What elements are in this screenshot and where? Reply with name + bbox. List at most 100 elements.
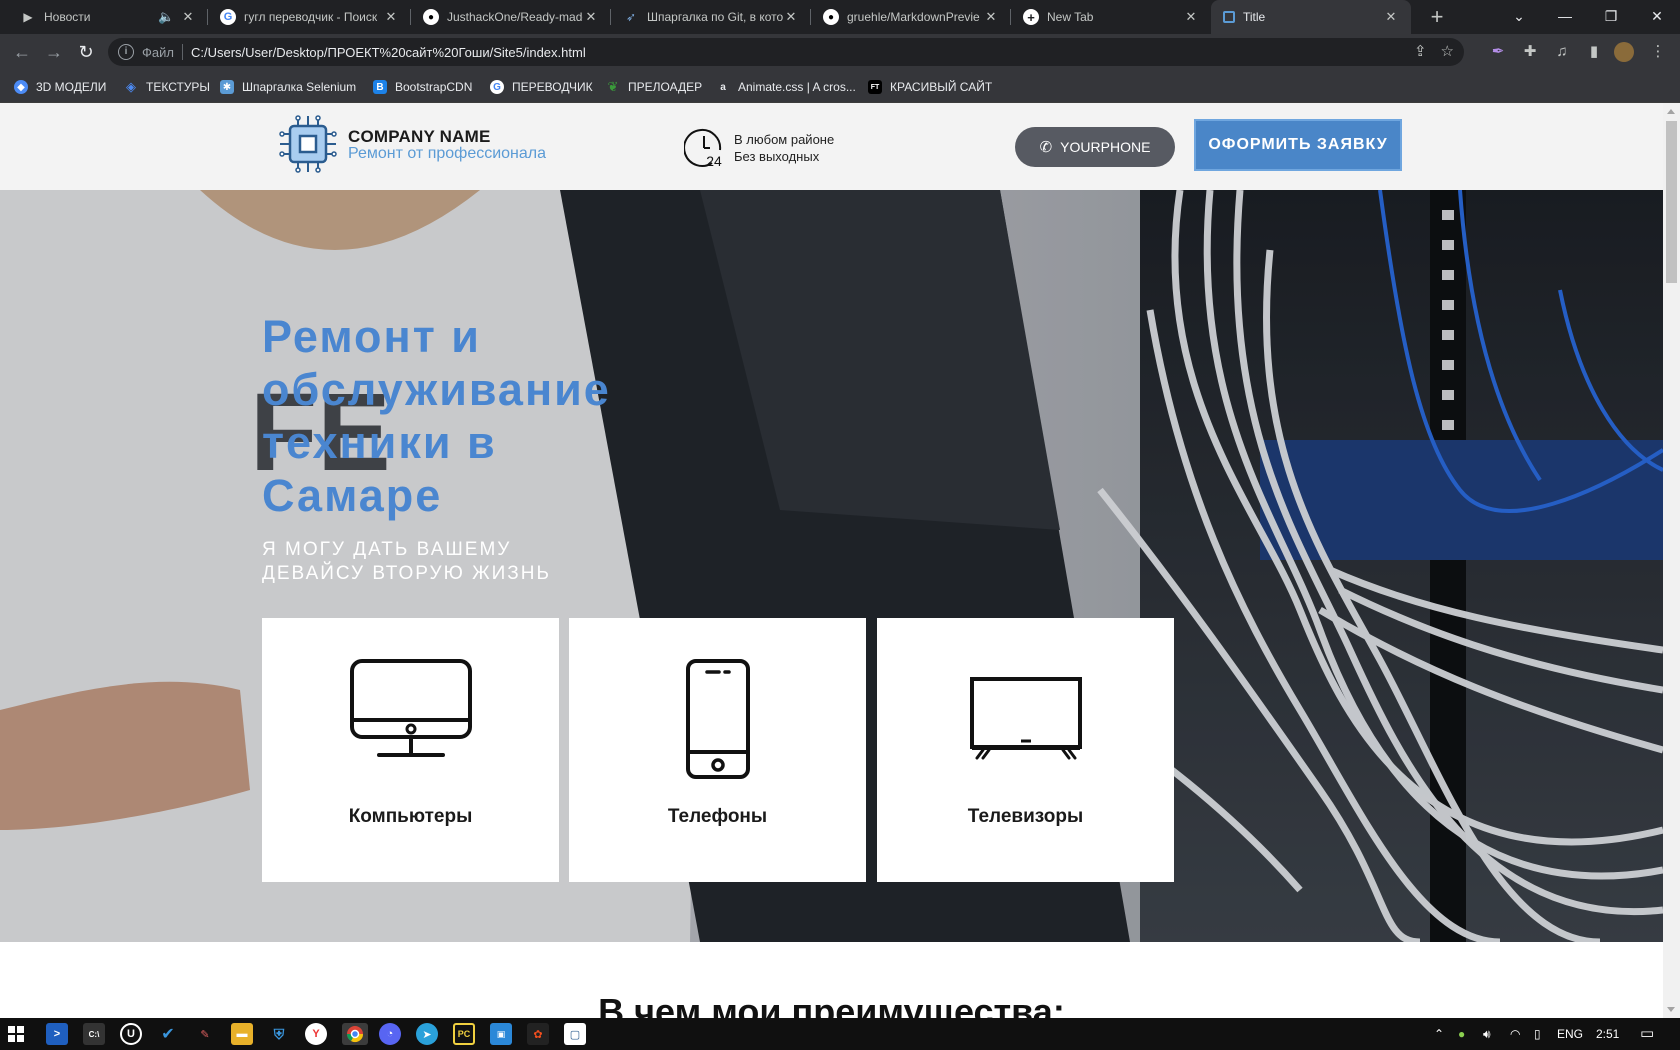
bookmark-preloader[interactable]: ❦ ПРЕЛОАДЕР [606,77,703,97]
clock-time[interactable]: 2:51 [1596,1018,1619,1050]
tab-close-icon[interactable]: ✕ [783,9,799,25]
app-window-icon[interactable]: ▣ [490,1023,512,1045]
bookmark-textures[interactable]: ◈ ТЕКСТУРЫ [124,77,210,97]
notifications-icon[interactable]: ▭ [1640,1018,1654,1050]
cube-icon: ◈ [126,79,136,94]
battery-icon[interactable]: ▯ [1534,1018,1541,1050]
tab-label: Title [1243,10,1266,24]
new-tab-button[interactable]: + [1424,4,1450,30]
volume-icon[interactable]: 🔊︎ [1483,1018,1491,1050]
tray-overflow-icon[interactable]: ⌃ [1434,1018,1444,1050]
order-request-button[interactable]: ОФОРМИТЬ ЗАЯВКУ [1194,119,1402,171]
bookmark-star-icon[interactable]: ☆ [1441,42,1454,60]
bookmark-label: КРАСИВЫЙ САЙТ [890,80,993,94]
reload-icon[interactable]: ↻ [74,40,98,64]
bookmark-selenium[interactable]: ✱ Шпаргалка Selenium [220,77,356,97]
bookmark-translator[interactable]: G ПЕРЕВОДЧИК [490,77,593,97]
bookmark-beautiful-site[interactable]: FT КРАСИВЫЙ САЙТ [868,77,992,97]
forward-icon[interactable]: → [42,40,66,64]
app-square-icon[interactable]: ▢ [564,1023,586,1045]
bookmark-label: ТЕКСТУРЫ [146,80,211,94]
git-icon: ➶ [625,10,637,24]
menu-kebab-icon[interactable]: ⋮ [1648,42,1668,62]
file-explorer-icon[interactable]: ▬ [231,1023,253,1045]
hours-line1: В любом районе [734,132,835,147]
scrollbar-thumb[interactable] [1666,121,1677,283]
monitor-icon [349,659,472,757]
pycharm-icon[interactable]: PC [453,1023,475,1045]
todo-icon[interactable]: ✔ [157,1023,179,1045]
page-scrollbar[interactable] [1663,103,1680,1018]
tab-title-active[interactable]: Title ✕ [1211,0,1411,34]
wifi-icon[interactable]: ◠ [1510,1018,1520,1050]
scroll-down-icon[interactable] [1667,1007,1675,1012]
extension-feather-icon[interactable]: ✒ [1488,42,1508,62]
tab-new-tab[interactable]: + New Tab ✕ [1011,0,1211,34]
tab-github-ready-made[interactable]: ● JusthackOne/Ready-made ✕ [411,0,611,34]
card-label: Телефоны [667,806,768,827]
scroll-up-icon[interactable] [1667,109,1675,114]
tab-strip: ▶ Новости 🔈 ✕ G гугл переводчик - Поиск … [0,0,1680,34]
language-indicator[interactable]: ENG [1557,1018,1583,1050]
tab-close-icon[interactable]: ✕ [583,9,599,25]
unreal-engine-icon[interactable]: U [120,1023,142,1045]
tab-google-search[interactable]: G гугл переводчик - Поиск ✕ [208,0,411,34]
tab-label: gruehle/MarkdownPrevie [847,10,980,24]
discord-icon[interactable]: ◔ [379,1023,401,1045]
service-card-tvs[interactable]: Телевизоры [877,618,1174,882]
minimize-icon[interactable]: — [1542,0,1588,34]
hours-line2: Без выходных [734,149,820,164]
bookmark-label: Animate.css | A cros... [738,80,856,94]
media-control-icon[interactable]: ♫ [1552,42,1572,62]
share-icon[interactable]: ⇪ [1414,42,1427,60]
bookmark-label: BootstrapCDN [395,80,473,94]
figma-icon[interactable]: ✿ [527,1023,549,1045]
address-bar[interactable]: i Файл C:/Users/User/Desktop/ПРОЕКТ%20са… [108,38,1464,66]
tab-close-icon[interactable]: ✕ [1183,9,1199,25]
profile-avatar[interactable] [1614,42,1634,62]
page-viewport: COMPANY NAME Ремонт от профессионала 24 … [0,103,1680,1018]
info-icon[interactable]: i [118,44,134,60]
side-panel-icon[interactable]: ▮ [1584,42,1604,62]
chrome-taskbar-icon[interactable] [342,1023,368,1045]
service-card-computers[interactable]: Компьютеры [262,618,559,882]
github-icon: ● [823,9,839,25]
google-icon: G [220,9,236,25]
yandex-browser-icon[interactable]: Y [305,1023,327,1045]
tab-search-icon[interactable]: ⌄ [1496,0,1542,34]
window-close-icon[interactable]: ✕ [1634,0,1680,34]
service-card-phones[interactable]: Телефоны [569,618,866,882]
defender-icon[interactable]: ⛨ [268,1023,290,1045]
tab-git-cheatsheet[interactable]: ➶ Шпаргалка по Git, в кото ✕ [611,0,811,34]
phone-button[interactable]: ✆ YOURPHONE [1015,127,1175,167]
hero-title: Ремонт и обслуживание техники в Самаре [262,311,611,521]
bookmark-animate-css[interactable]: a Animate.css | A cros... [716,77,856,97]
tab-close-icon[interactable]: ✕ [383,9,399,25]
windows-start-icon[interactable] [5,1023,27,1045]
extensions-puzzle-icon[interactable]: ✚ [1520,42,1540,62]
tray-app-icon[interactable]: ● [1458,1018,1465,1050]
windows-taskbar: > C:\ U ✔ ✎ ▬ ⛨ Y ◔ ➤ PC ▣ ✿ ▢ ⌃ ● 🔊︎ ◠ … [0,1018,1680,1050]
terminal-icon[interactable]: C:\ [83,1023,105,1045]
company-name: COMPANY NAME [348,127,491,146]
advantages-heading: В чем мои преимущества: [598,991,1065,1018]
bookmark-bootstrapcdn[interactable]: B BootstrapCDN [373,77,472,97]
paint-icon[interactable]: ✎ [194,1023,216,1045]
tab-markdown-preview[interactable]: ● gruehle/MarkdownPrevie ✕ [811,0,1011,34]
working-hours: 24 В любом районе Без выходных [684,128,834,168]
bookmark-3d-models[interactable]: ◆ 3D МОДЕЛИ [14,77,106,97]
bootstrap-icon: B [373,80,387,94]
restore-icon[interactable]: ❐ [1588,0,1634,34]
back-icon[interactable]: ← [10,40,34,64]
tab-close-icon[interactable]: ✕ [983,9,999,25]
powershell-icon[interactable]: > [46,1023,68,1045]
bookmarks-bar: ◆ 3D МОДЕЛИ ◈ ТЕКСТУРЫ ✱ Шпаргалка Selen… [0,70,1680,103]
tab-label: Новости [44,10,91,24]
tab-news[interactable]: ▶ Новости 🔈 ✕ [8,0,208,34]
url-text[interactable]: C:/Users/User/Desktop/ПРОЕКТ%20сайт%20Го… [191,45,586,60]
tab-close-icon[interactable]: ✕ [1383,9,1399,25]
mute-icon[interactable]: 🔈 [158,9,174,25]
telegram-icon[interactable]: ➤ [416,1023,438,1045]
google-icon: G [490,80,504,94]
tab-close-icon[interactable]: ✕ [180,9,196,25]
